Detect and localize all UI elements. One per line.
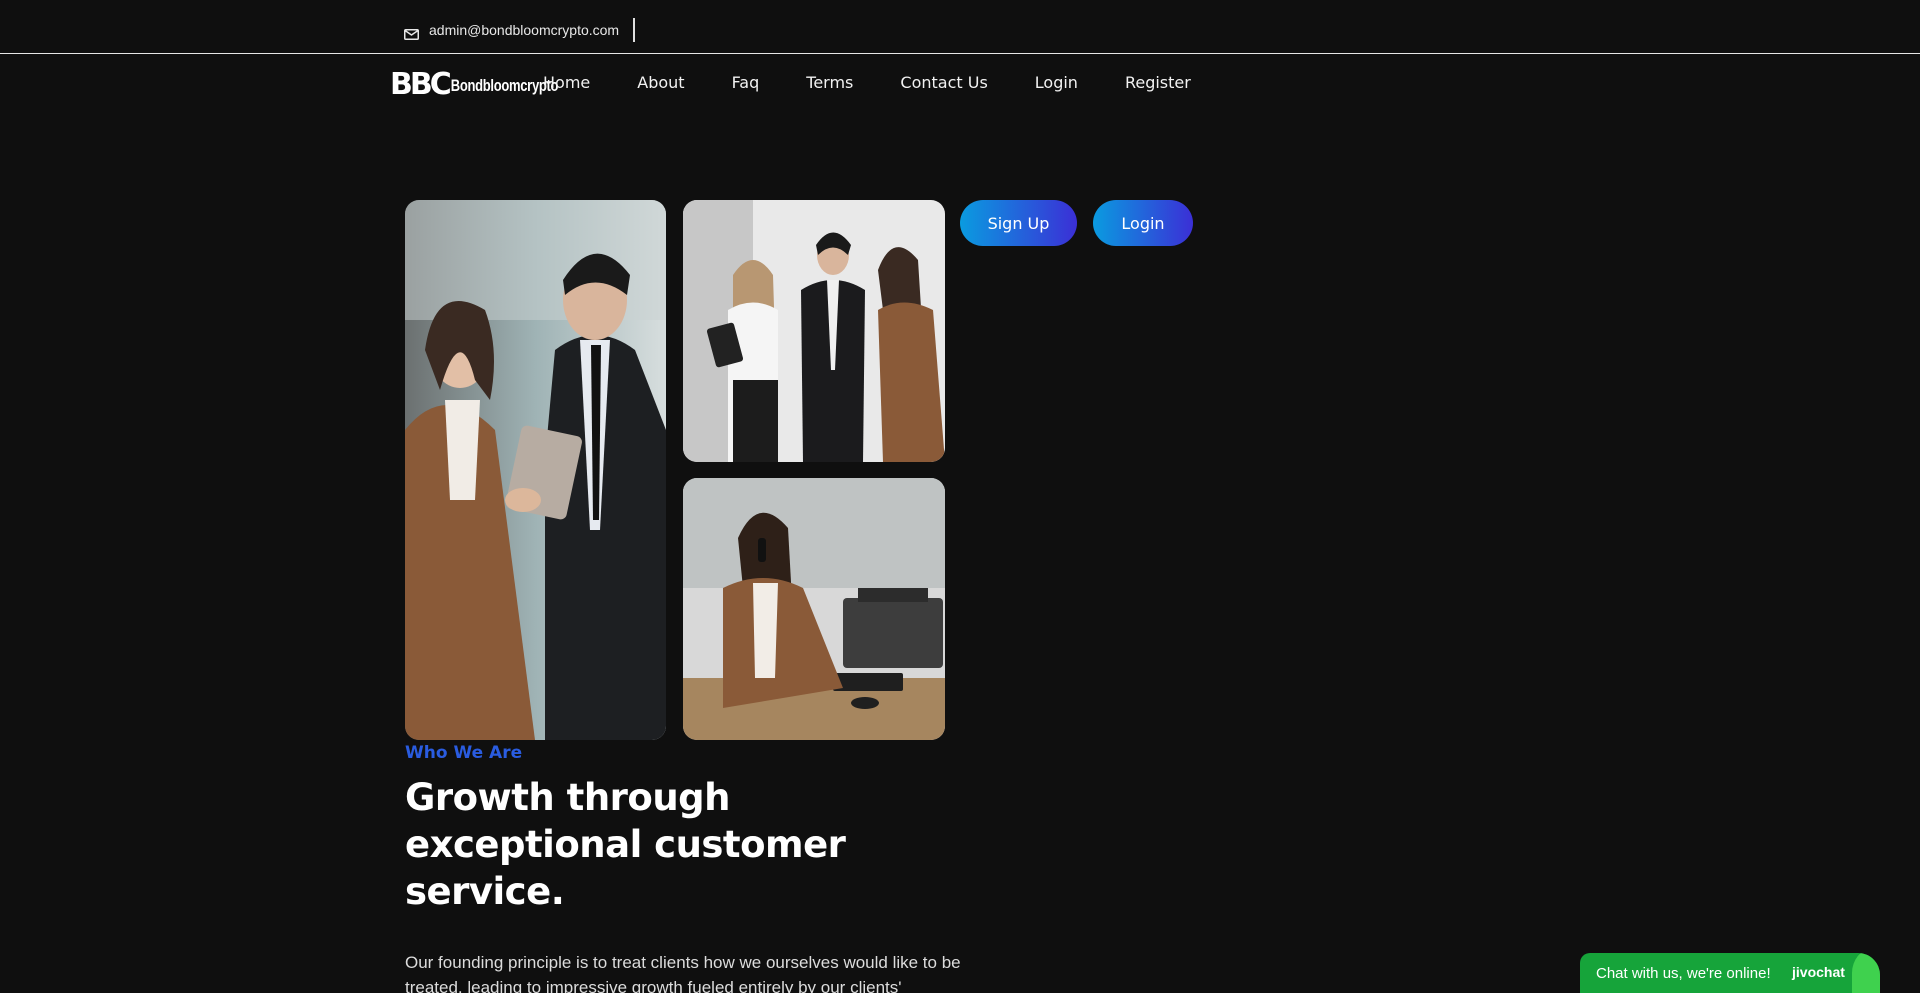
contact-email[interactable]: admin@bondbloomcrypto.com xyxy=(404,19,619,41)
photo-team-meeting xyxy=(683,200,945,462)
nav-register[interactable]: Register xyxy=(1125,73,1191,92)
nav-home[interactable]: Home xyxy=(543,73,590,92)
nav-about[interactable]: About xyxy=(637,73,684,92)
chat-widget[interactable]: Chat with us, we're online! jivochat xyxy=(1580,953,1880,993)
chat-label[interactable]: Chat with us, we're online! xyxy=(1596,965,1771,982)
login-button[interactable]: Login xyxy=(1093,200,1193,246)
section-eyebrow: Who We Are xyxy=(405,743,523,763)
site-logo[interactable]: BBC Bondbloomcrypto xyxy=(390,68,558,102)
nav-faq[interactable]: Faq xyxy=(732,73,760,92)
chat-brand: jivochat xyxy=(1792,964,1845,980)
nav-login[interactable]: Login xyxy=(1035,73,1078,92)
photo-office-phone-call xyxy=(683,478,945,740)
nav-contact-us[interactable]: Contact Us xyxy=(900,73,987,92)
section-body: Our founding principle is to treat clien… xyxy=(405,953,961,993)
signup-button[interactable]: Sign Up xyxy=(960,200,1077,246)
email-address[interactable]: admin@bondbloomcrypto.com xyxy=(429,22,619,38)
topbar-divider xyxy=(633,18,635,42)
photo-colleagues-tablet xyxy=(405,200,666,740)
nav-terms[interactable]: Terms xyxy=(806,73,853,92)
logo-mark: BBC xyxy=(390,67,452,102)
section-headline: Growth through exceptional customer serv… xyxy=(405,776,846,913)
nav-menu: Home About Faq Terms Contact Us Login Re… xyxy=(543,73,1238,92)
main-navbar: BBC Bondbloomcrypto Home About Faq Terms… xyxy=(0,55,1920,115)
chat-leaf-decoration xyxy=(1852,953,1880,993)
mail-icon xyxy=(404,25,419,40)
top-bar: admin@bondbloomcrypto.com xyxy=(0,0,1920,54)
